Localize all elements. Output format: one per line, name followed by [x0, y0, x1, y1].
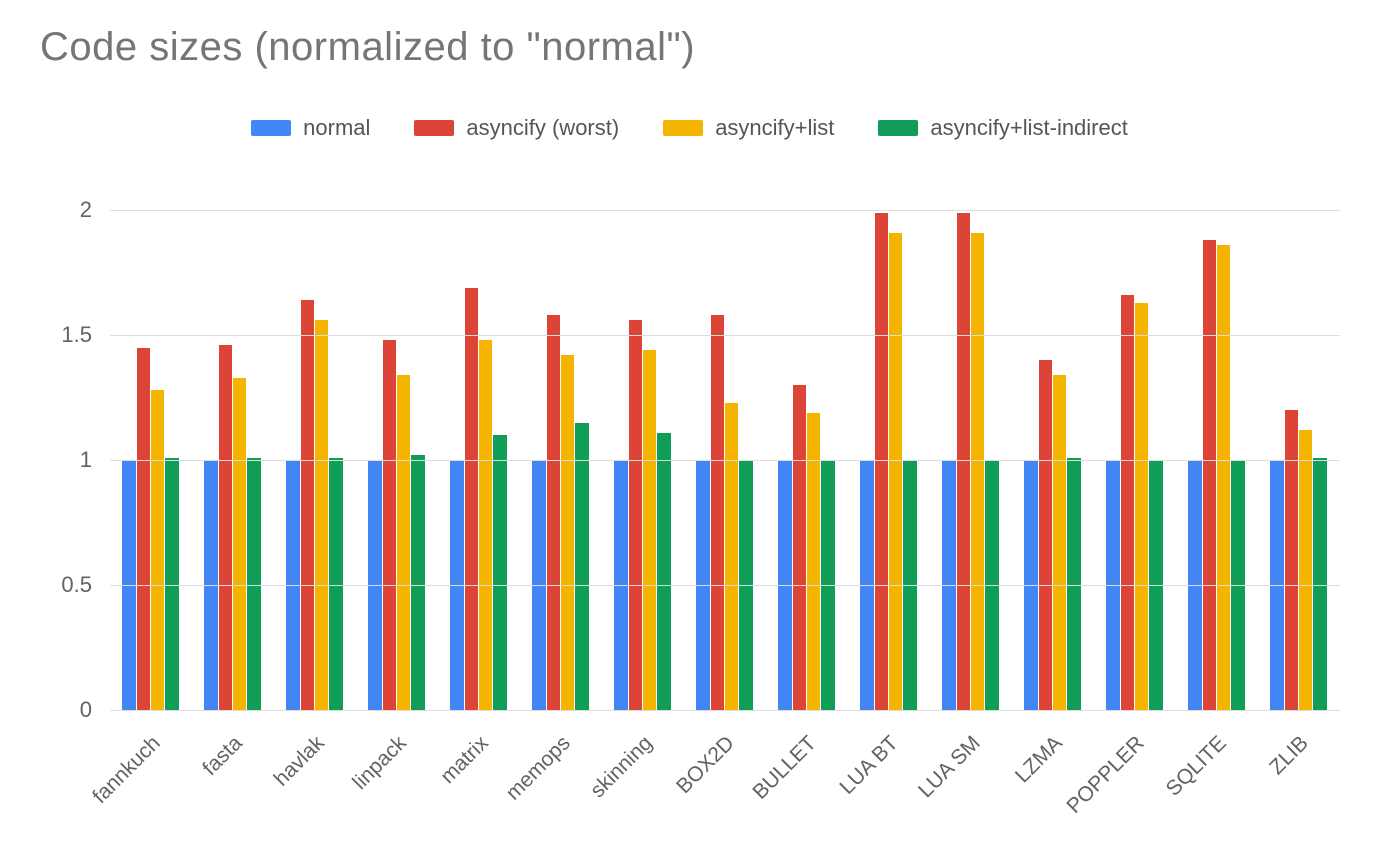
bar	[315, 320, 328, 710]
category-group	[1176, 185, 1258, 710]
category-group	[684, 185, 766, 710]
bar	[971, 233, 984, 711]
bar	[165, 458, 178, 711]
bar	[1285, 410, 1298, 710]
legend-item: asyncify+list-indirect	[878, 115, 1127, 141]
category-group	[602, 185, 684, 710]
bar	[547, 315, 560, 710]
category-group	[766, 185, 848, 710]
x-tick-label: LUA SM	[914, 732, 985, 803]
bar	[1121, 295, 1134, 710]
x-tick-label: BOX2D	[672, 732, 739, 799]
bar	[137, 348, 150, 711]
chart-title: Code sizes (normalized to "normal")	[40, 25, 695, 70]
x-tick-label: BULLET	[748, 732, 821, 805]
x-tick-label: SQLITE	[1162, 732, 1232, 802]
bar	[629, 320, 642, 710]
legend-label: asyncify+list-indirect	[930, 115, 1127, 141]
legend-swatch	[878, 120, 918, 136]
bars-layer	[110, 185, 1340, 710]
x-tick-label: LZMA	[1011, 732, 1068, 789]
x-tick-label: fasta	[198, 732, 247, 781]
bar	[247, 458, 260, 711]
bar	[957, 213, 970, 711]
bar	[301, 300, 314, 710]
legend-item: asyncify+list	[663, 115, 834, 141]
y-tick-label: 0	[80, 697, 110, 723]
x-tick-label: skinning	[586, 732, 657, 803]
bar	[875, 213, 888, 711]
gridline	[110, 710, 1340, 711]
y-tick-label: 0.5	[61, 572, 110, 598]
bar	[1217, 245, 1230, 710]
bar	[1067, 458, 1080, 711]
bar	[479, 340, 492, 710]
bar	[329, 458, 342, 711]
category-group	[274, 185, 356, 710]
legend: normal asyncify (worst) asyncify+list async…	[0, 115, 1379, 142]
legend-item: normal	[251, 115, 370, 141]
category-group	[356, 185, 438, 710]
gridline	[110, 460, 1340, 461]
x-tick-label: fannkuch	[88, 732, 165, 809]
category-group	[520, 185, 602, 710]
gridline	[110, 585, 1340, 586]
legend-label: normal	[303, 115, 370, 141]
x-tick-label: matrix	[436, 732, 493, 789]
legend-item: asyncify (worst)	[414, 115, 619, 141]
gridline	[110, 210, 1340, 211]
y-tick-label: 1.5	[61, 322, 110, 348]
gridline	[110, 335, 1340, 336]
category-group	[1012, 185, 1094, 710]
chart-container: Code sizes (normalized to "normal") norm…	[0, 0, 1379, 852]
bar	[383, 340, 396, 710]
bar	[711, 315, 724, 710]
legend-swatch	[251, 120, 291, 136]
legend-label: asyncify (worst)	[466, 115, 619, 141]
bar	[657, 433, 670, 711]
plot-area: 00.511.52	[110, 185, 1340, 710]
x-tick-label: linpack	[348, 732, 411, 795]
bar	[561, 355, 574, 710]
x-tick-label: memops	[502, 732, 576, 806]
bar	[397, 375, 410, 710]
bar	[411, 455, 424, 710]
bar	[233, 378, 246, 711]
bar	[465, 288, 478, 711]
bar	[1039, 360, 1052, 710]
category-group	[930, 185, 1012, 710]
bar	[793, 385, 806, 710]
category-group	[192, 185, 274, 710]
bar	[1203, 240, 1216, 710]
legend-label: asyncify+list	[715, 115, 834, 141]
category-group	[848, 185, 930, 710]
bar	[151, 390, 164, 710]
y-tick-label: 2	[80, 197, 110, 223]
x-tick-label: ZLIB	[1265, 732, 1313, 780]
legend-swatch	[663, 120, 703, 136]
bar	[1135, 303, 1148, 711]
x-tick-label: havlak	[270, 732, 330, 792]
category-group	[438, 185, 520, 710]
legend-swatch	[414, 120, 454, 136]
bar	[643, 350, 656, 710]
x-tick-label: LUA BT	[835, 732, 903, 800]
bar	[493, 435, 506, 710]
category-group	[1094, 185, 1176, 710]
bar	[1313, 458, 1326, 711]
x-tick-label: POPPLER	[1062, 732, 1149, 819]
category-group	[110, 185, 192, 710]
bar	[725, 403, 738, 711]
bar	[807, 413, 820, 711]
bar	[1053, 375, 1066, 710]
category-group	[1258, 185, 1340, 710]
bar	[1299, 430, 1312, 710]
bar	[575, 423, 588, 711]
bar	[219, 345, 232, 710]
y-tick-label: 1	[80, 447, 110, 473]
bar	[889, 233, 902, 711]
